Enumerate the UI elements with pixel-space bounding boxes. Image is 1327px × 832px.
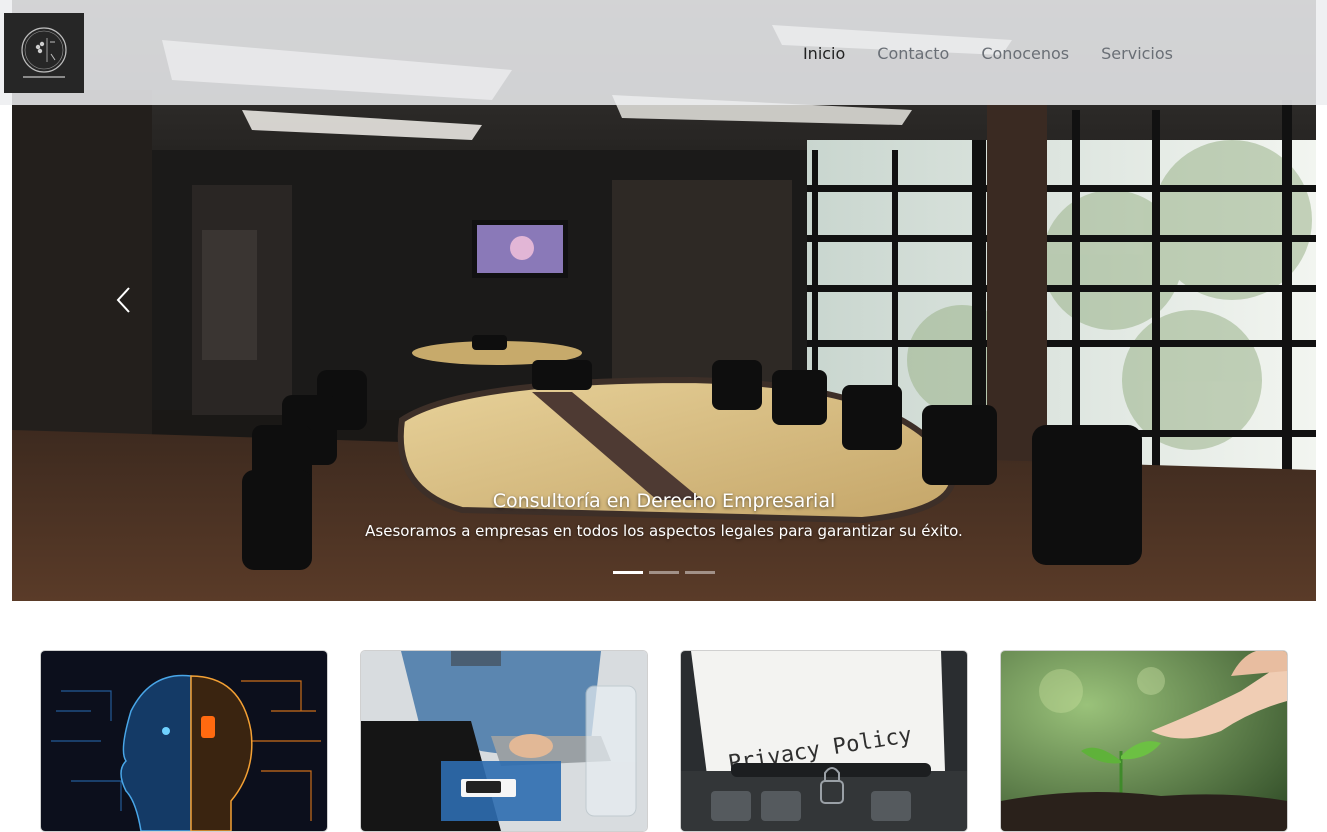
carousel-caption-title: Consultoría en Derecho Empresarial — [492, 490, 836, 512]
carousel-indicator-3[interactable] — [685, 571, 715, 574]
brand-logo[interactable] — [4, 13, 84, 93]
service-card-4[interactable] — [1000, 650, 1288, 832]
navbar: Inicio Contacto Conocenos Servicios — [0, 0, 1327, 105]
carousel-indicator-1[interactable] — [613, 571, 643, 574]
carousel-caption-text: Asesoramos a empresas en todos los aspec… — [365, 522, 963, 540]
service-card-3[interactable]: Privacy Policy — [680, 650, 968, 832]
carousel-prev-button[interactable] — [94, 270, 154, 330]
nav-link-inicio[interactable]: Inicio — [803, 44, 845, 63]
main-nav: Inicio Contacto Conocenos Servicios — [803, 44, 1173, 63]
person-laptop-image — [361, 651, 647, 831]
privacy-policy-typewriter-image: Privacy Policy — [681, 651, 967, 831]
chevron-left-icon — [116, 287, 130, 313]
nav-link-servicios[interactable]: Servicios — [1101, 44, 1173, 63]
firm-seal-logo — [21, 27, 67, 78]
hand-watering-plant-image — [1001, 651, 1287, 831]
nav-link-conocenos[interactable]: Conocenos — [981, 44, 1069, 63]
carousel-caption: Consultoría en Derecho Empresarial Aseso… — [12, 490, 1316, 540]
service-card-1[interactable] — [40, 650, 328, 832]
nav-link-contacto[interactable]: Contacto — [877, 44, 949, 63]
carousel-indicator-2[interactable] — [649, 571, 679, 574]
ai-brain-circuit-image — [41, 651, 327, 831]
service-card-2[interactable] — [360, 650, 648, 832]
carousel-indicators — [12, 571, 1316, 574]
